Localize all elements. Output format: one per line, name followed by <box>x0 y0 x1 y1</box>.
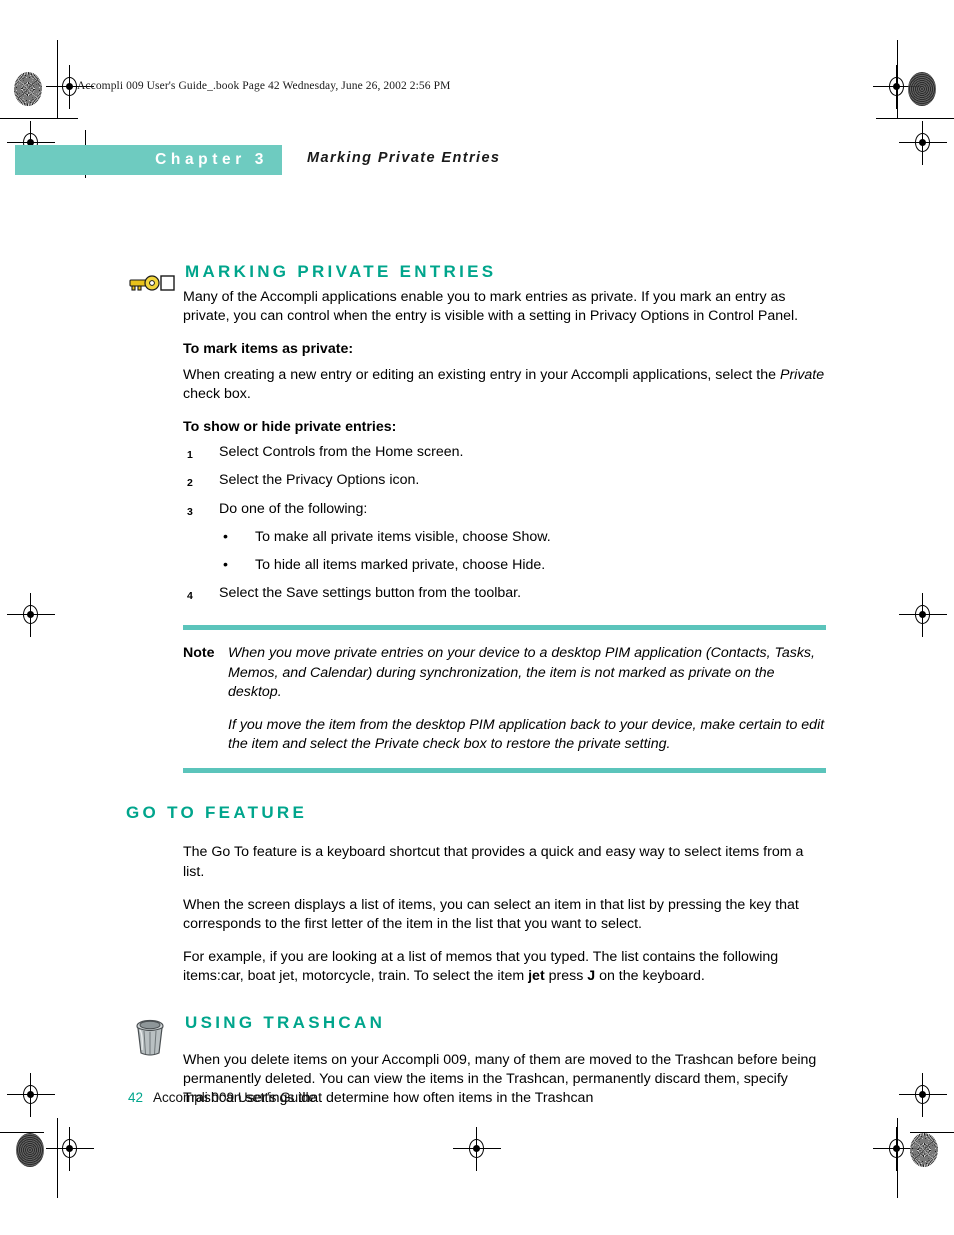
bullet-item: • To make all private items visible, cho… <box>183 528 826 547</box>
registration-mark-mid-right <box>899 593 947 637</box>
step-item: 2 Select the Privacy Options icon. <box>183 471 826 490</box>
page-footer: 42 Accompli 009 User’s Guide <box>128 1090 316 1105</box>
chapter-band: Chapter 3 <box>15 145 282 175</box>
note-body: Note When you move private entries on you… <box>183 630 826 768</box>
note-tag: Note <box>183 645 215 662</box>
trashcan-icon <box>130 1017 170 1064</box>
note-box: Note When you move private entries on you… <box>183 625 826 774</box>
section-go-to-feature-header: GO TO FEATURE <box>126 803 826 829</box>
registration-mark-mid-left <box>7 593 55 637</box>
go-to-paragraph-2: When the screen displays a list of items… <box>183 896 799 933</box>
mark-items-paragraph: When creating a new entry or editing an … <box>183 366 826 404</box>
mark-items-text-a: When creating a new entry or editing an … <box>183 366 780 383</box>
go-to-key-j: J <box>587 968 596 985</box>
note-paragraph-1-text: When you move private entries on your de… <box>228 645 815 700</box>
halftone-patch-top-right <box>908 72 936 106</box>
registration-mark-lower-right-outer <box>899 1073 947 1117</box>
bullet-item: • To hide all items marked private, choo… <box>183 556 826 575</box>
section-heading-using-trashcan: USING TRASHCAN <box>185 1012 386 1032</box>
note-paragraph-1: Note When you move private entries on you… <box>183 644 826 702</box>
crop-line-right-top-horizontal <box>876 118 954 119</box>
subhead-show-hide-private-entries: To show or hide private entries: <box>183 419 397 436</box>
go-to-feature-body: The Go To feature is a keyboard shortcut… <box>183 843 826 986</box>
subhead-mark-items-as-private: To mark items as private: <box>183 341 354 358</box>
intro-paragraph: Many of the Accompli applications enable… <box>183 289 799 325</box>
note-paragraph-2-text: If you move the item from the desktop PI… <box>228 717 825 753</box>
marking-private-entries-body: Many of the Accompli applications enable… <box>183 288 826 603</box>
section-heading-go-to-feature: GO TO FEATURE <box>126 803 308 823</box>
footer-page-number: 42 <box>128 1090 144 1105</box>
section-marking-private-entries-header: MARKING PRIVATE ENTRIES <box>126 262 826 291</box>
step-text: Do one of the following: <box>219 500 368 517</box>
step-number: 1 <box>187 449 193 462</box>
step-item: 4 Select the Save settings button from t… <box>183 584 826 603</box>
go-to-paragraph-3-b: press <box>544 968 588 985</box>
halftone-patch-top-left <box>14 72 42 106</box>
registration-mark-bottom-center <box>453 1127 501 1171</box>
halftone-patch-bottom-left <box>16 1133 44 1167</box>
registration-mark-bottom-right <box>873 1127 921 1171</box>
step-text: Select the Privacy Options icon. <box>219 472 420 489</box>
crop-line-right-bottom-horizontal <box>910 1132 954 1133</box>
step-item: 3 Do one of the following: <box>183 500 826 519</box>
registration-mark-lower-left-outer <box>7 1073 55 1117</box>
bullet-marker: • <box>223 557 228 574</box>
bullet-text: To make all private items visible, choos… <box>255 528 551 545</box>
registration-mark-top-right <box>873 65 921 109</box>
bullet-text: To hide all items marked private, choose… <box>255 557 546 574</box>
step-number: 4 <box>187 590 193 603</box>
step-text: Select the Save settings button from the… <box>219 585 522 602</box>
document-page: Accompli 009 User's Guide_.book Page 42 … <box>0 0 954 1235</box>
page-content: MARKING PRIVATE ENTRIES Many of the Acco… <box>126 262 826 1122</box>
halftone-patch-bottom-right <box>910 1133 938 1167</box>
mark-items-text-b: check box. <box>183 385 251 402</box>
file-header-line: Accompli 009 User's Guide_.book Page 42 … <box>77 80 451 92</box>
bullet-marker: • <box>223 528 228 545</box>
step-number: 3 <box>187 505 193 518</box>
note-rule-bottom <box>183 768 826 774</box>
footer-guide-title: Accompli 009 User’s Guide <box>153 1090 317 1105</box>
section-heading-marking-private-entries: MARKING PRIVATE ENTRIES <box>185 262 497 281</box>
section-using-trashcan-header: USING TRASHCAN <box>126 1012 826 1056</box>
key-icon <box>128 272 176 299</box>
note-paragraph-2: If you move the item from the desktop PI… <box>183 716 826 754</box>
go-to-paragraph-3-c: on the keyboard. <box>595 968 705 985</box>
registration-mark-bottom-left <box>46 1127 94 1171</box>
chapter-label: Chapter 3 <box>155 151 268 168</box>
go-to-keyword-jet: jet <box>528 968 545 985</box>
mark-items-text-private: Private <box>779 366 825 383</box>
crop-line-left-bottom-horizontal <box>0 1132 44 1133</box>
registration-mark-upper-right-outer <box>899 121 947 165</box>
crop-line-left-top-horizontal <box>0 118 78 119</box>
chapter-subject: Marking Private Entries <box>307 150 501 166</box>
step-text: Select Controls from the Home screen. <box>219 444 464 461</box>
step-item: 1 Select Controls from the Home screen. <box>183 443 826 462</box>
go-to-paragraph-1: The Go To feature is a keyboard shortcut… <box>183 844 804 880</box>
step-number: 2 <box>187 477 193 490</box>
go-to-paragraph-3: For example, if you are looking at a lis… <box>183 948 826 986</box>
